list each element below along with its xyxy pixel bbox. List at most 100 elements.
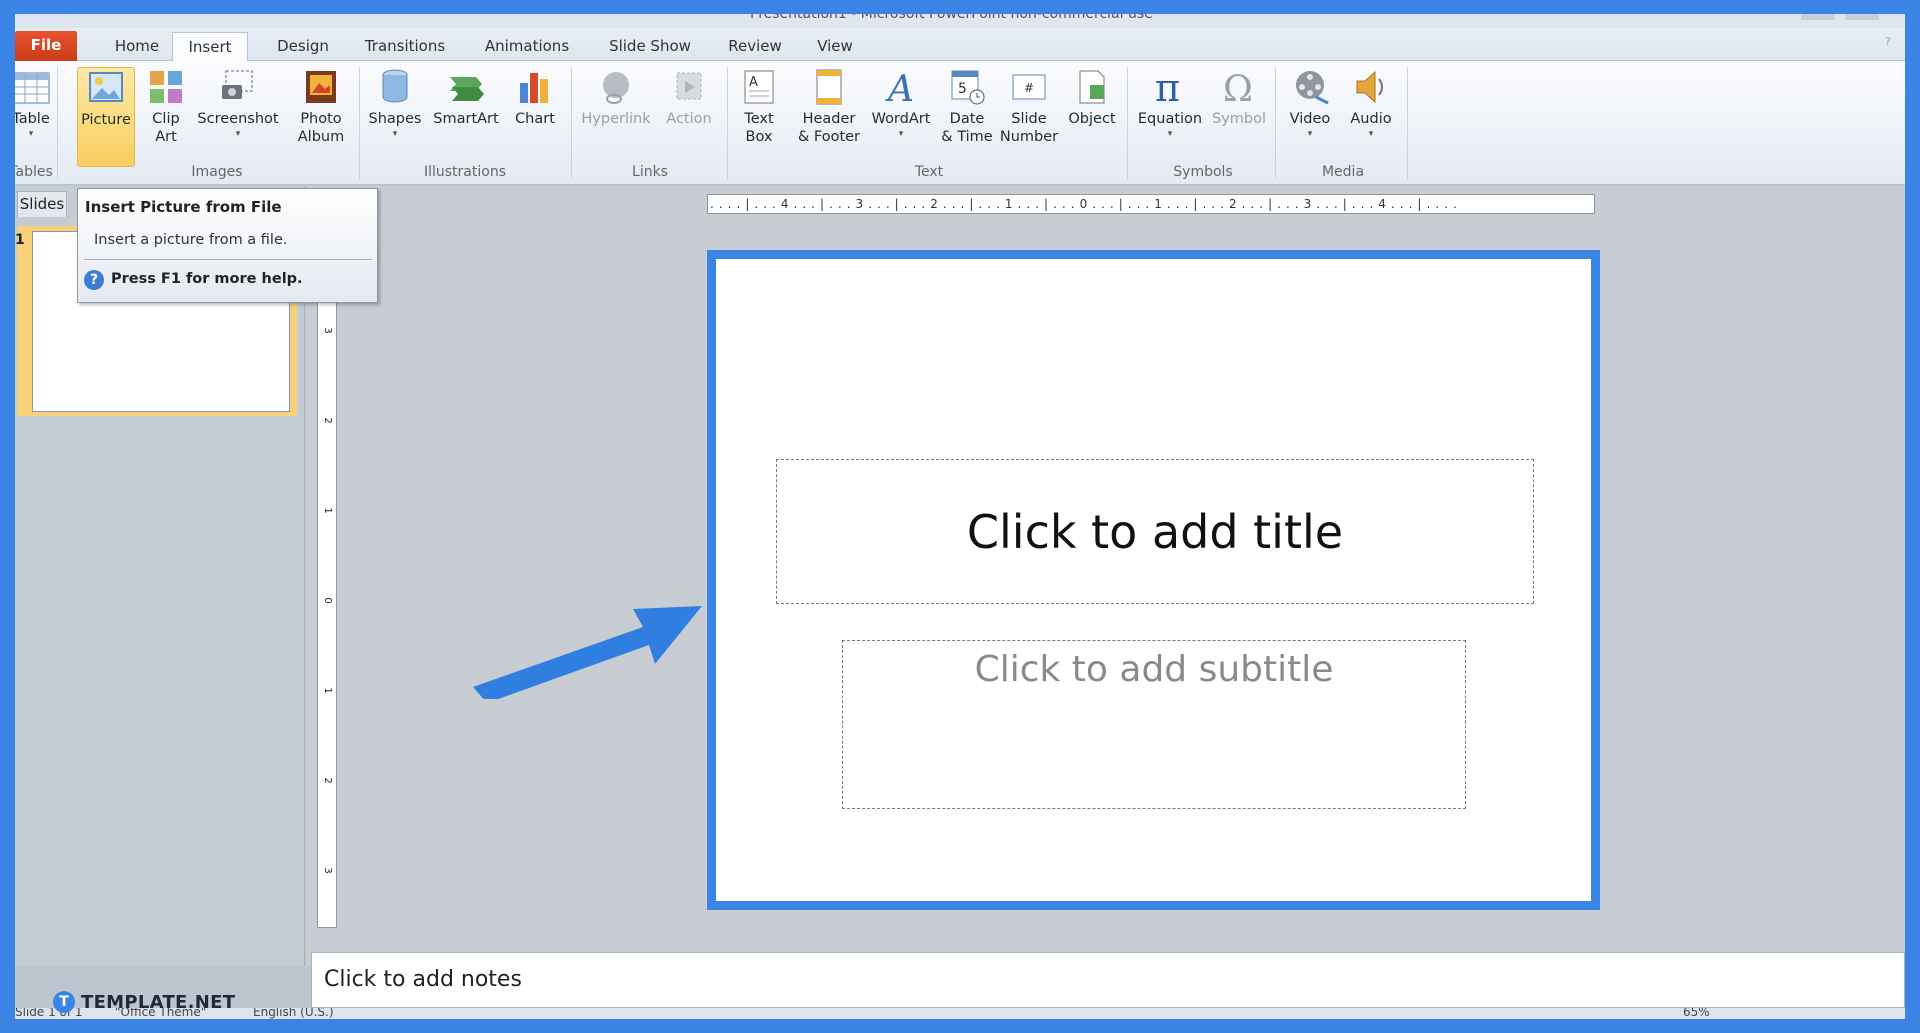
- annotation-arrow-icon: [473, 606, 702, 699]
- tab-insert[interactable]: Insert: [172, 32, 248, 62]
- date-time-button[interactable]: 5 Date & Time: [939, 67, 995, 167]
- chevron-down-icon: ▾: [898, 129, 904, 139]
- slide-number-label: 1: [15, 232, 25, 248]
- tab-file[interactable]: File: [15, 31, 77, 61]
- audio-button[interactable]: Audio ▾: [1343, 67, 1399, 167]
- shapes-icon: [382, 69, 408, 103]
- ruler-marks: . . . . | . . . 4 . . . | . . . 3 . . . …: [710, 197, 1458, 211]
- equation-icon: π: [1155, 67, 1180, 107]
- wordart-icon: A: [885, 69, 914, 107]
- ruler-tick: 2: [322, 777, 333, 784]
- chevron-down-icon: ▾: [1368, 129, 1374, 139]
- hyperlink-button[interactable]: Hyperlink: [575, 67, 657, 167]
- wordart-button[interactable]: A WordArt ▾: [867, 67, 935, 167]
- chevron-down-icon: ▾: [1167, 129, 1173, 139]
- tab-view[interactable]: View: [805, 32, 865, 61]
- group-divider: [359, 67, 360, 179]
- svg-text:Ω: Ω: [1223, 69, 1253, 107]
- photo-album-button[interactable]: Photo Album: [291, 67, 351, 167]
- text-box-button[interactable]: A Text Box: [731, 67, 787, 167]
- tab-animations[interactable]: Animations: [475, 32, 579, 61]
- maximize-button[interactable]: [1845, 14, 1879, 20]
- equation-button[interactable]: π Equation ▾: [1133, 67, 1207, 167]
- group-divider: [1275, 67, 1276, 179]
- ruler-tick: 1: [322, 687, 333, 694]
- svg-text:#: #: [1024, 81, 1034, 95]
- slide-canvas[interactable]: Click to add title Click to add subtitle: [707, 250, 1600, 910]
- ribbon-insert: Table ▾ Tables Picture Clip Art Screensh…: [15, 61, 1905, 185]
- ribbon-help-icon[interactable]: ?: [1885, 35, 1901, 49]
- photo-album-icon: [306, 71, 336, 103]
- ribbon-tabs: File Home Insert Design Transitions Anim…: [15, 28, 1905, 62]
- window-title: Presentation1 - Microsoft PowerPoint non…: [750, 14, 1153, 22]
- tooltip-divider: [84, 259, 372, 260]
- subtitle-placeholder-text: Click to add subtitle: [974, 649, 1334, 690]
- header-footer-button[interactable]: Header & Footer: [791, 67, 867, 167]
- chevron-down-icon: ▾: [28, 129, 34, 139]
- chevron-down-icon: ▾: [1307, 129, 1313, 139]
- svg-text:π: π: [1155, 67, 1180, 107]
- clip-art-button[interactable]: Clip Art: [143, 67, 189, 167]
- text-box-icon: A: [744, 70, 774, 104]
- group-label-text: Text: [914, 164, 944, 180]
- watermark: T TEMPLATE.NET: [53, 991, 235, 1013]
- group-divider: [1127, 67, 1128, 179]
- status-bar: Slide 1 of 1 "Office Theme" English (U.S…: [15, 1008, 1905, 1019]
- film-reel-icon: [1296, 71, 1329, 105]
- tab-transitions[interactable]: Transitions: [353, 32, 457, 61]
- status-language[interactable]: English (U.S.): [253, 1008, 334, 1019]
- status-zoom[interactable]: 65%: [1683, 1008, 1710, 1019]
- table-button[interactable]: Table ▾: [15, 67, 53, 167]
- group-label-tables: Tables: [15, 164, 53, 180]
- group-label-illustrations: Illustrations: [423, 164, 506, 180]
- speaker-icon: [1356, 70, 1383, 104]
- tab-review[interactable]: Review: [720, 32, 790, 61]
- ruler-tick: 3: [322, 327, 333, 334]
- screenshot-icon: [222, 70, 253, 99]
- title-placeholder[interactable]: Click to add title: [776, 459, 1534, 604]
- action-icon: [676, 72, 702, 100]
- ruler-tick: 3: [322, 867, 333, 874]
- notes-placeholder: Click to add notes: [324, 967, 522, 992]
- slide-number-button[interactable]: # Slide Number: [995, 67, 1063, 167]
- slide-number-icon: #: [1012, 74, 1046, 100]
- omega-icon: Ω: [1223, 69, 1253, 107]
- subtitle-placeholder[interactable]: Click to add subtitle: [842, 640, 1466, 809]
- horizontal-ruler: . . . . | . . . 4 . . . | . . . 3 . . . …: [707, 194, 1595, 214]
- tab-home[interactable]: Home: [102, 32, 172, 61]
- template-logo-icon: T: [53, 991, 75, 1013]
- chart-button[interactable]: Chart: [507, 67, 563, 167]
- chevron-down-icon: ▾: [392, 129, 398, 139]
- svg-text:5: 5: [958, 81, 967, 97]
- video-button[interactable]: Video ▾: [1281, 67, 1339, 167]
- screenshot-button[interactable]: Screenshot ▾: [196, 67, 280, 167]
- smartart-button[interactable]: SmartArt: [429, 67, 503, 167]
- group-label-images: Images: [191, 164, 243, 180]
- tooltip-help: Press F1 for more help.: [111, 271, 303, 287]
- group-divider: [1407, 67, 1408, 179]
- smartart-icon: [450, 77, 484, 101]
- minimize-button[interactable]: [1801, 14, 1835, 20]
- action-button[interactable]: Action: [661, 67, 717, 167]
- picture-icon: [89, 72, 123, 102]
- slides-pane: Slides ✕ 1: [15, 186, 305, 966]
- shapes-button[interactable]: Shapes ▾: [365, 67, 425, 167]
- notes-pane[interactable]: Click to add notes: [311, 952, 1905, 1008]
- clip-art-icon: [150, 71, 182, 103]
- help-icon: ?: [84, 270, 104, 290]
- tab-slides[interactable]: Slides: [17, 191, 67, 217]
- tab-slide-show[interactable]: Slide Show: [597, 32, 703, 61]
- picture-button[interactable]: Picture: [77, 67, 135, 167]
- group-label-symbols: Symbols: [1173, 164, 1233, 180]
- title-placeholder-text: Click to add title: [966, 504, 1344, 559]
- svg-text:A: A: [749, 75, 758, 90]
- vertical-ruler: 3 2 1 0 1 2 3: [317, 260, 337, 928]
- symbol-button[interactable]: Ω Symbol: [1209, 67, 1269, 167]
- group-label-media: Media: [1321, 164, 1365, 180]
- tooltip-title: Insert Picture from File: [85, 198, 282, 216]
- date-time-icon: 5: [951, 70, 985, 105]
- title-bar: Presentation1 - Microsoft PowerPoint non…: [15, 14, 1905, 28]
- object-button[interactable]: Object: [1063, 67, 1121, 167]
- tab-design[interactable]: Design: [265, 32, 341, 61]
- group-divider: [571, 67, 572, 179]
